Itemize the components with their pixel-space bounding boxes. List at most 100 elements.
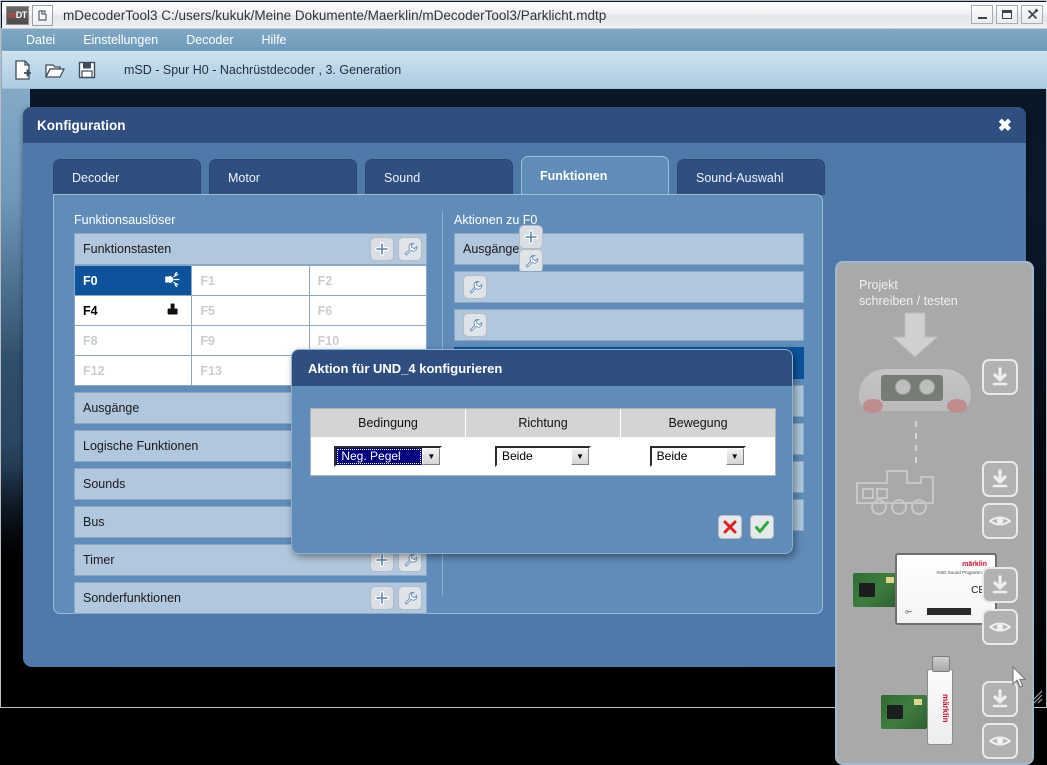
richtung-select[interactable]: Beide ▼ (495, 446, 591, 467)
function-key-f6[interactable]: F6 (310, 296, 427, 326)
new-file-icon[interactable] (10, 58, 36, 82)
menu-item-decoder[interactable]: Decoder (172, 31, 247, 49)
config-button[interactable] (519, 249, 543, 273)
tab-motor[interactable]: Motor (209, 159, 357, 195)
function-key-f8[interactable]: F8 (75, 326, 192, 356)
project-sidebar: Projekt schreiben / testen (835, 261, 1034, 765)
window-title: mDecoderTool3 C:/users/kukuk/Meine Dokum… (63, 8, 606, 23)
action-row-label: Ausgänge (463, 242, 519, 256)
function-key-f0[interactable]: F0 (75, 266, 192, 296)
smoke-generator-icon (165, 302, 181, 320)
title-bar: mDT mDecoderTool3 C:/users/kukuk/Meine D… (2, 2, 1047, 29)
dialog-table: Bedingung Richtung Bewegung Neg. Pegel ▼… (310, 408, 776, 476)
fk-label: F1 (200, 274, 215, 288)
read-from-programmer-button[interactable] (982, 609, 1018, 645)
action-row[interactable] (454, 271, 804, 303)
fk-label: F9 (200, 334, 215, 348)
tab-funktionen[interactable]: Funktionen (521, 156, 669, 195)
window-controls (971, 5, 1043, 24)
cancel-button[interactable] (718, 515, 742, 539)
plus-icon (524, 230, 538, 244)
read-from-stick-button[interactable] (982, 723, 1018, 759)
minimize-button[interactable] (971, 5, 993, 24)
chevron-down-icon[interactable]: ▼ (571, 448, 589, 465)
menu-item-datei[interactable]: Datei (12, 31, 69, 49)
menu-item-hilfe[interactable]: Hilfe (248, 31, 301, 49)
write-to-central-unit-button[interactable] (982, 359, 1018, 395)
bedingung-select[interactable]: Neg. Pegel ▼ (334, 446, 442, 467)
central-station-illustration (855, 361, 975, 421)
tab-bar: Decoder Motor Sound Funktionen Sound-Aus… (53, 155, 823, 195)
read-from-loco-button[interactable] (982, 503, 1018, 539)
maximize-button[interactable] (996, 5, 1018, 24)
fk-label: F4 (83, 304, 98, 318)
fk-label: F13 (200, 364, 222, 378)
wrench-icon (403, 591, 418, 606)
group-label: Ausgänge (83, 401, 139, 415)
close-icon (722, 519, 738, 535)
plus-icon (375, 591, 389, 605)
write-to-programmer-button[interactable] (982, 567, 1018, 603)
tab-sound[interactable]: Sound (365, 159, 513, 195)
column-header-bedingung: Bedingung (311, 409, 466, 437)
function-key-f2[interactable]: F2 (310, 266, 427, 296)
wrench-icon (468, 318, 483, 333)
wrench-icon (524, 254, 539, 269)
function-key-f4[interactable]: F4 (75, 296, 192, 326)
download-icon (990, 469, 1010, 489)
fk-label: F6 (318, 304, 333, 318)
config-button[interactable] (398, 237, 422, 261)
stick-brand-label: märklin (932, 694, 950, 722)
locomotive-illustration (853, 463, 971, 515)
konfiguration-close-icon[interactable]: ✖ (998, 117, 1012, 134)
download-icon (990, 367, 1010, 387)
menu-item-einstellungen[interactable]: Einstellungen (69, 31, 172, 49)
add-button[interactable] (519, 225, 543, 249)
fk-label: F2 (318, 274, 333, 288)
chevron-down-icon[interactable]: ▼ (726, 448, 744, 465)
plus-icon (375, 553, 389, 567)
config-button[interactable] (463, 275, 487, 299)
maerklin-brand-label: märklin (962, 561, 987, 568)
dialog-table-row: Neg. Pegel ▼ Beide ▼ Beide ▼ (311, 437, 775, 475)
action-row[interactable] (454, 309, 804, 341)
action-row-ausgaenge[interactable]: Ausgänge (454, 233, 804, 265)
bewegung-select[interactable]: Beide ▼ (650, 446, 746, 467)
group-funktionstasten[interactable]: Funktionstasten (74, 233, 427, 265)
config-button[interactable] (398, 586, 422, 610)
save-disk-icon[interactable] (74, 58, 100, 82)
group-buttons (519, 225, 543, 273)
tab-decoder[interactable]: Decoder (53, 159, 201, 195)
konfiguration-header: Konfiguration ✖ (23, 107, 1026, 143)
close-icon (1026, 8, 1039, 21)
ok-button[interactable] (750, 515, 774, 539)
group-label: Timer (83, 553, 114, 567)
function-key-f1[interactable]: F1 (192, 266, 309, 296)
funktionsausloeser-title: Funktionsauslöser (74, 213, 427, 227)
aktion-konfigurieren-dialog: Aktion für UND_4 konfigurieren Bedingung… (291, 349, 793, 554)
group-sonderfunktionen[interactable]: Sonderfunktionen (74, 582, 427, 614)
config-button[interactable] (463, 313, 487, 337)
group-label: Bus (83, 515, 105, 529)
usb-icon: ⟜ (905, 606, 912, 617)
function-key-f5[interactable]: F5 (192, 296, 309, 326)
group-label: Funktionstasten (83, 242, 171, 256)
open-folder-icon[interactable] (42, 58, 68, 82)
fk-label: F0 (83, 274, 98, 288)
group-label: Logische Funktionen (83, 439, 198, 453)
tab-sound-auswahl[interactable]: Sound-Auswahl (677, 159, 825, 195)
close-button[interactable] (1021, 5, 1043, 24)
column-header-richtung: Richtung (466, 409, 621, 437)
resize-grip[interactable] (1029, 690, 1043, 704)
write-to-loco-button[interactable] (982, 461, 1018, 497)
connector-strip (927, 608, 971, 615)
group-buttons (463, 275, 487, 299)
aktionen-title: Aktionen zu F0 (454, 213, 804, 227)
connection-dashes (915, 421, 917, 465)
add-button[interactable] (370, 586, 394, 610)
eye-icon (989, 513, 1011, 529)
add-button[interactable] (370, 237, 394, 261)
function-key-f12[interactable]: F12 (75, 356, 192, 386)
wrench-icon (403, 242, 418, 257)
chevron-down-icon[interactable]: ▼ (422, 448, 440, 465)
